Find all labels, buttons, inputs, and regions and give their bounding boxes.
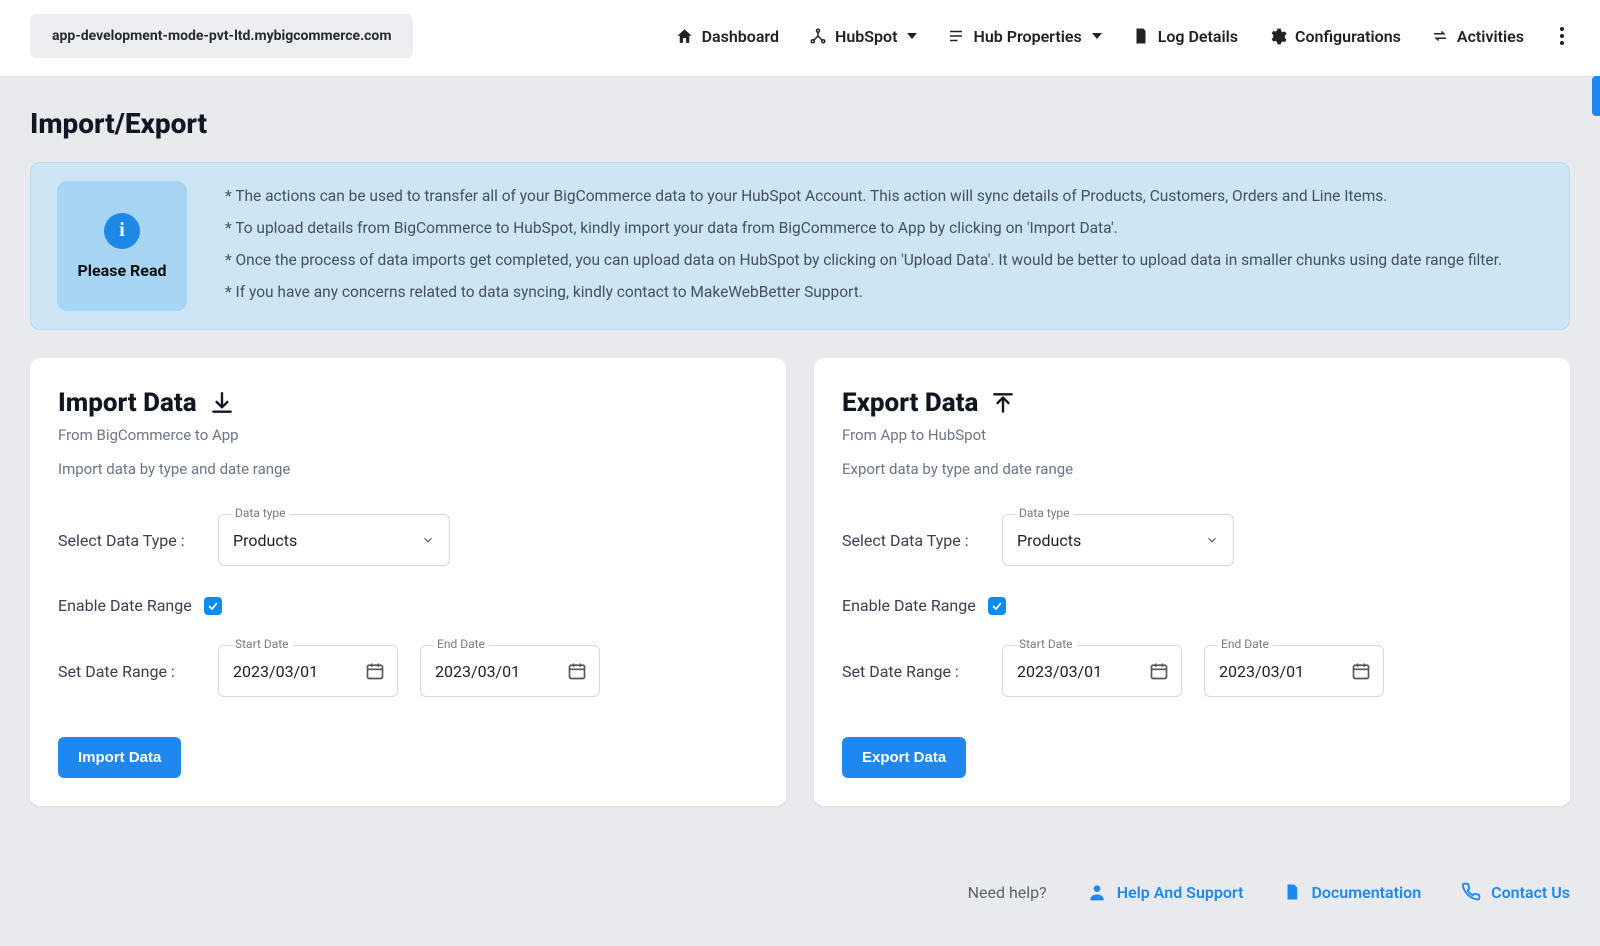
gear-icon [1268,27,1287,46]
import-data-type-floating-label: Data type [231,506,290,520]
calendar-icon [365,661,385,681]
check-icon [991,600,1003,612]
import-start-date-input[interactable]: Start Date 2023/03/01 [218,645,398,697]
calendar-icon [567,661,587,681]
upload-icon [990,390,1016,416]
notice-badge: i Please Read [57,181,187,311]
import-set-date-range-label: Set Date Range : [58,662,218,681]
nav-configurations-label: Configurations [1295,27,1401,46]
export-end-date-input[interactable]: End Date 2023/03/01 [1204,645,1384,697]
import-start-date-value: 2023/03/01 [233,662,318,681]
export-start-date-value: 2023/03/01 [1017,662,1102,681]
chevron-down-icon [1205,533,1219,547]
nav-hubspot[interactable]: HubSpot [809,27,917,46]
notice-line: * The actions can be used to transfer al… [225,187,1502,205]
export-select-label: Select Data Type : [842,531,1002,550]
contact-us-label: Contact Us [1491,883,1570,902]
check-icon [207,600,219,612]
export-title: Export Data [842,388,978,418]
nav-activities-label: Activities [1457,27,1524,46]
topbar: app-development-mode-pvt-ltd.mybigcommer… [0,0,1600,77]
calendar-icon [1149,661,1169,681]
import-data-type-value: Products [233,531,297,550]
export-data-type-select[interactable]: Data type Products [1002,514,1234,566]
export-data-type-value: Products [1017,531,1081,550]
import-description: Import data by type and date range [58,460,758,478]
notice-line: * If you have any concerns related to da… [225,283,1502,301]
download-icon [209,390,235,416]
export-start-date-input[interactable]: Start Date 2023/03/01 [1002,645,1182,697]
export-enable-date-range-checkbox[interactable] [988,597,1006,615]
nav-activities[interactable]: Activities [1431,27,1524,46]
export-enable-date-range-label: Enable Date Range [842,596,976,615]
chevron-down-icon [1092,33,1102,39]
documentation-link[interactable]: Documentation [1283,882,1421,902]
notice-line: * Once the process of data imports get c… [225,251,1502,269]
notice-badge-label: Please Read [77,261,166,280]
notice-text: * The actions can be used to transfer al… [225,181,1502,301]
info-notice: i Please Read * The actions can be used … [30,162,1570,330]
export-description: Export data by type and date range [842,460,1542,478]
phone-icon [1461,882,1481,902]
export-data-button[interactable]: Export Data [842,737,966,778]
document-icon [1132,27,1150,45]
hubspot-icon [809,27,827,45]
nav-configurations[interactable]: Configurations [1268,27,1401,46]
export-card: Export Data From App to HubSpot Export d… [814,358,1570,806]
export-end-date-floating-label: End Date [1217,637,1273,651]
footer: Need help? Help And Support Documentatio… [0,846,1600,922]
nav-hub-properties-label: Hub Properties [973,27,1081,46]
export-end-date-value: 2023/03/01 [1219,662,1304,681]
calendar-icon [1351,661,1371,681]
notice-line: * To upload details from BigCommerce to … [225,219,1502,237]
nav-hub-properties[interactable]: Hub Properties [947,27,1101,46]
import-enable-date-range-label: Enable Date Range [58,596,192,615]
export-subtitle: From App to HubSpot [842,426,1542,444]
import-card: Import Data From BigCommerce to App Impo… [30,358,786,806]
info-icon: i [104,213,140,249]
import-end-date-input[interactable]: End Date 2023/03/01 [420,645,600,697]
document-icon [1283,882,1301,902]
more-menu[interactable] [1554,21,1570,51]
help-support-label: Help And Support [1117,883,1244,902]
import-end-date-value: 2023/03/01 [435,662,520,681]
contact-us-link[interactable]: Contact Us [1461,882,1570,902]
person-icon [1087,882,1107,902]
list-icon [947,27,965,45]
nav-log-details[interactable]: Log Details [1132,27,1238,46]
nav-log-details-label: Log Details [1158,27,1238,46]
import-enable-date-range-checkbox[interactable] [204,597,222,615]
nav-dashboard[interactable]: Dashboard [675,27,779,46]
documentation-label: Documentation [1311,883,1421,902]
import-title: Import Data [58,388,197,418]
export-start-date-floating-label: Start Date [1015,637,1077,651]
chevron-down-icon [421,533,435,547]
main-nav: Dashboard HubSpot Hub Properties Log Det… [675,21,1570,51]
import-data-button[interactable]: Import Data [58,737,181,778]
need-help-label: Need help? [968,883,1047,902]
store-domain-chip: app-development-mode-pvt-ltd.mybigcommer… [30,14,413,58]
home-icon [675,27,694,46]
swap-icon [1431,27,1449,45]
import-subtitle: From BigCommerce to App [58,426,758,444]
help-support-link[interactable]: Help And Support [1087,882,1244,902]
import-start-date-floating-label: Start Date [231,637,293,651]
scroll-accent [1592,76,1600,116]
nav-hubspot-label: HubSpot [835,27,897,46]
nav-dashboard-label: Dashboard [702,27,779,46]
chevron-down-icon [907,33,917,39]
import-end-date-floating-label: End Date [433,637,489,651]
import-select-label: Select Data Type : [58,531,218,550]
export-data-type-floating-label: Data type [1015,506,1074,520]
page-title: Import/Export [30,77,1570,162]
import-data-type-select[interactable]: Data type Products [218,514,450,566]
export-set-date-range-label: Set Date Range : [842,662,1002,681]
